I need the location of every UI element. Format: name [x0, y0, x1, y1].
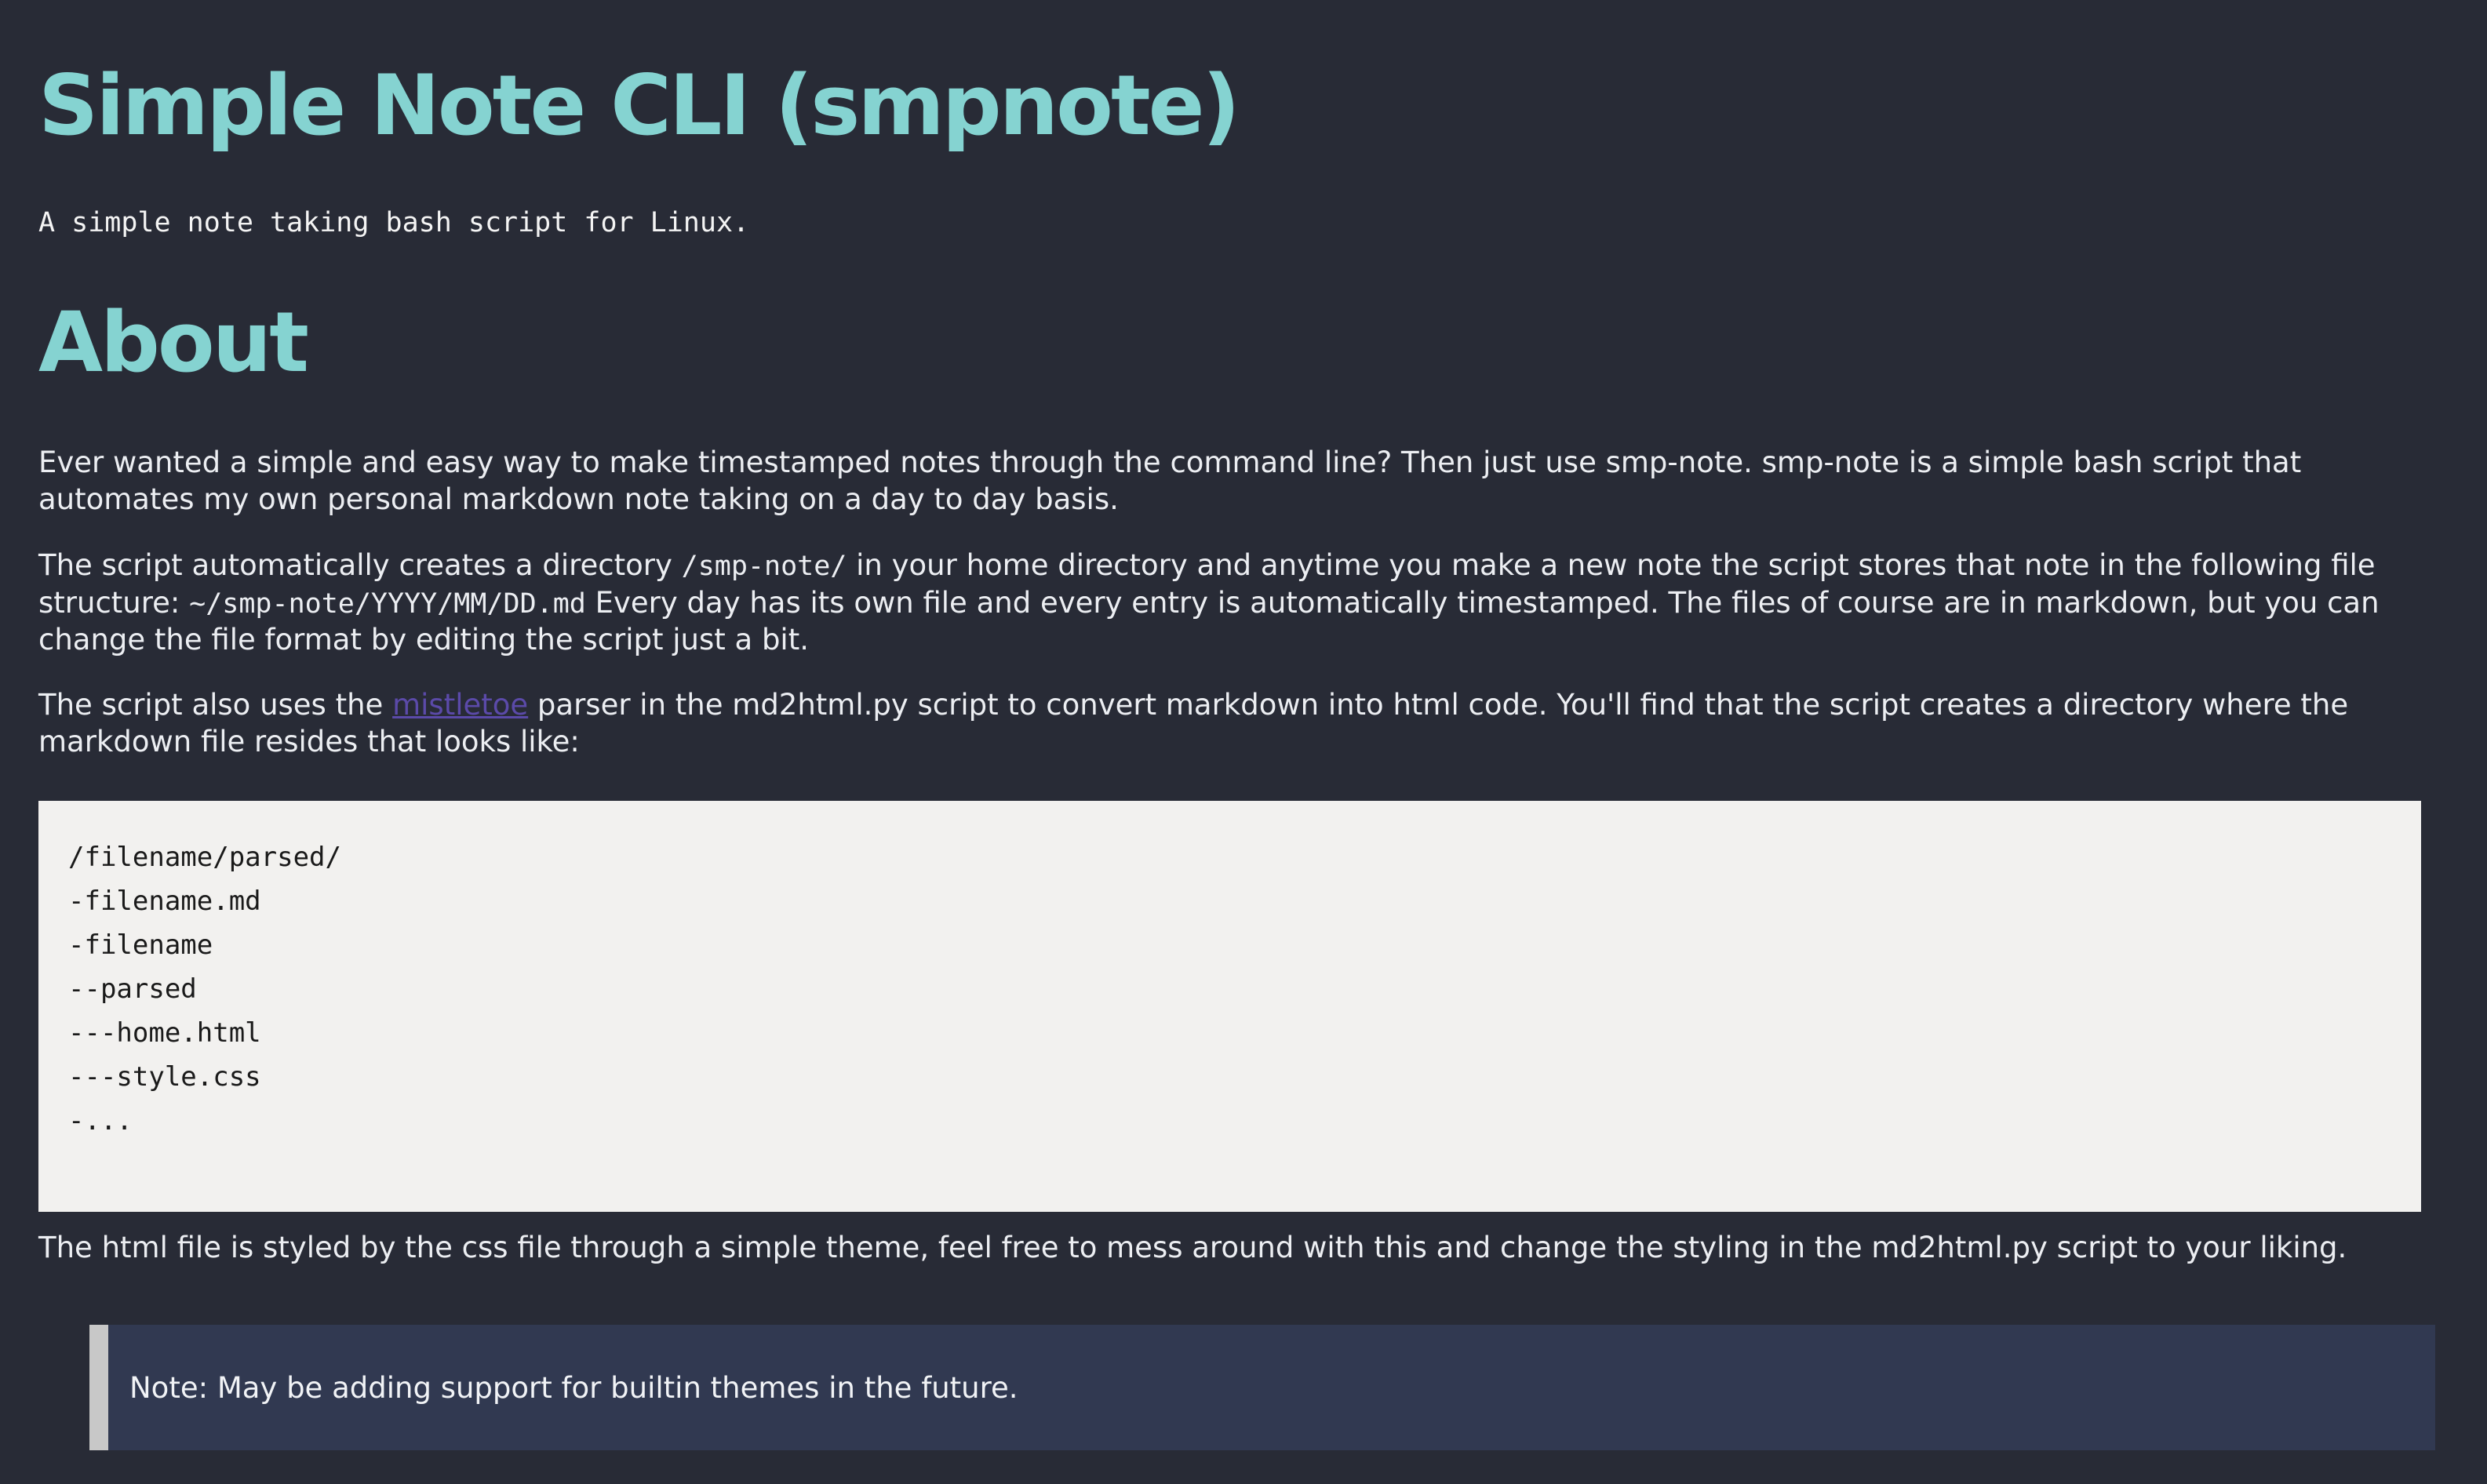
code-line: --parsed [68, 973, 197, 1005]
code-line: -filename [68, 929, 213, 961]
directory-code-block: /filename/parsed/ -filename.md -filename --… [38, 801, 2421, 1212]
note-callout: Note: May be adding support for builtin … [89, 1325, 2435, 1450]
about-paragraph-parser: The script also uses the mistletoe parse… [38, 687, 2423, 760]
about-heading: About [38, 294, 309, 391]
readme-page: Simple Note CLI (smpnote) A simple note … [0, 0, 2487, 1484]
code-line: ---home.html [68, 1017, 261, 1049]
directory-inline-code: /smp-note/ [681, 551, 847, 582]
file-structure-inline-code: ~/smp-note/YYYY/MM/DD.md [189, 587, 586, 620]
about-paragraph-directory: The script automatically creates a direc… [38, 547, 2423, 659]
note-callout-text: Note: May be adding support for builtin … [129, 1370, 1018, 1405]
about-paragraph-styling: The html file is styled by the css file … [38, 1230, 2423, 1267]
mistletoe-link[interactable]: mistletoe [392, 688, 528, 722]
styling-text: The html file is styled by the css file … [38, 1231, 2347, 1264]
code-line: -... [68, 1105, 133, 1137]
code-line: /filename/parsed/ [68, 842, 341, 873]
intro-text: Ever wanted a simple and easy way to mak… [38, 446, 2302, 516]
code-line: -filename.md [68, 886, 261, 917]
about-paragraph-intro: Ever wanted a simple and easy way to mak… [38, 445, 2423, 518]
page-title: Simple Note CLI (smpnote) [38, 57, 1240, 154]
code-line: ---style.css [68, 1061, 261, 1093]
parser-text-before: The script also uses the [38, 688, 393, 722]
directory-text-before: The script automatically creates a direc… [38, 548, 682, 582]
page-subtitle: A simple note taking bash script for Lin… [38, 207, 750, 238]
